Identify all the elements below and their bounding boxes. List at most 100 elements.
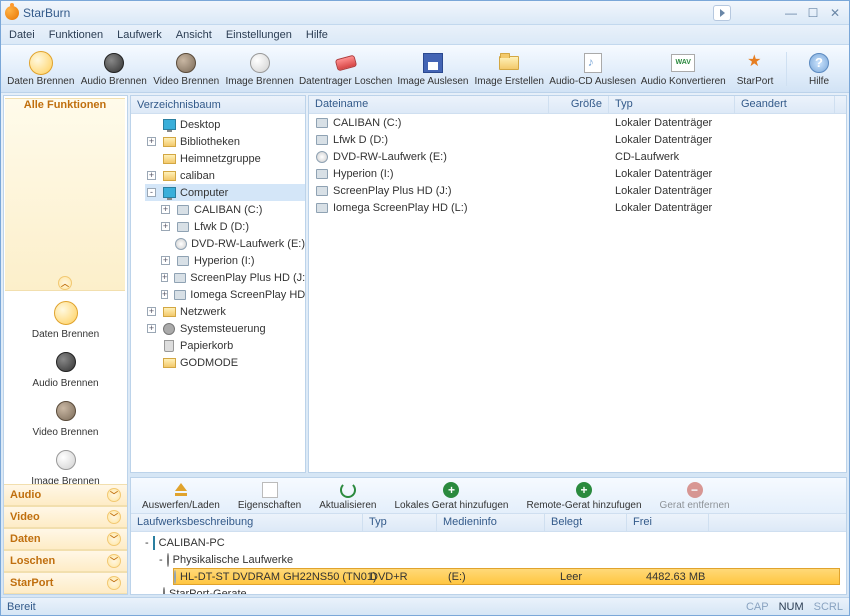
sidebar-head-video[interactable]: Video xyxy=(4,506,127,528)
sidebar-head-loschen[interactable]: Loschen xyxy=(4,550,127,572)
toolbar-starport[interactable]: StarPort xyxy=(729,48,781,90)
drives-col-medieninfo[interactable]: Medieninfo xyxy=(437,514,545,531)
tree-toggle[interactable]: - xyxy=(147,188,156,197)
directory-tree[interactable]: Desktop+BibliothekenHeimnetzgruppe+calib… xyxy=(131,114,305,472)
tree-toggle[interactable]: + xyxy=(161,273,168,282)
list-row[interactable]: Iomega ScreenPlay HD (L:)Lokaler Datentr… xyxy=(309,199,846,216)
sidebar-head-audio[interactable]: Audio xyxy=(4,484,127,506)
tree-toggle[interactable]: + xyxy=(161,290,168,299)
toolbar-audio-konvertieren[interactable]: WAVAudio Konvertieren xyxy=(639,48,727,90)
tree-node[interactable]: +caliban xyxy=(145,167,305,184)
disc-lg-icon xyxy=(52,299,80,327)
tree-toggle[interactable]: + xyxy=(161,222,170,231)
disc-mv-icon xyxy=(174,51,198,75)
tree-node[interactable]: Desktop xyxy=(145,116,305,133)
tree-node[interactable]: +ScreenPlay Plus HD (J:) xyxy=(159,269,305,286)
sidebar-item-video-brennen[interactable]: Video Brennen xyxy=(4,391,127,440)
titlebar[interactable]: StarBurn — ☐ ✕ xyxy=(1,1,849,25)
menu-funktionen[interactable]: Funktionen xyxy=(49,29,103,41)
starport-icon xyxy=(743,51,767,75)
tree-node[interactable]: +Lfwk D (D:) xyxy=(159,218,305,235)
maximize-button[interactable]: ☐ xyxy=(803,6,823,20)
toolbar-hilfe[interactable]: ?Hilfe xyxy=(793,48,845,90)
scrl-indicator: SCRL xyxy=(814,601,843,613)
drive-group[interactable]: -Physikalische Laufwerke xyxy=(159,551,846,568)
list-col-typ[interactable]: Typ xyxy=(609,96,735,113)
list-row[interactable]: ScreenPlay Plus HD (J:)Lokaler Datenträg… xyxy=(309,182,846,199)
tree-node[interactable]: -Computer xyxy=(145,184,305,201)
drive-group[interactable]: StarPort-Gerate xyxy=(159,585,846,594)
sidebar-head-daten[interactable]: Daten xyxy=(4,528,127,550)
sidebar-head-alle-funktionen[interactable]: Alle Funktionen xyxy=(5,98,125,291)
sidebar-item-image-brennen[interactable]: Image Brennen xyxy=(4,440,127,484)
cap-indicator: CAP xyxy=(746,601,769,613)
tree-toggle[interactable]: + xyxy=(147,324,156,333)
sidebar-body[interactable]: Daten BrennenAudio BrennenVideo BrennenI… xyxy=(4,293,127,484)
titlebar-play-button[interactable] xyxy=(713,5,731,21)
wav-icon: WAV xyxy=(671,51,695,75)
drives-col-laufwerksbeschreibung[interactable]: Laufwerksbeschreibung xyxy=(131,514,363,531)
close-button[interactable]: ✕ xyxy=(825,6,845,20)
drives-toolbar-eigenschaften[interactable]: Eigenschaften xyxy=(231,478,308,514)
list-row[interactable]: Hyperion (I:)Lokaler Datenträger xyxy=(309,165,846,182)
menu-ansicht[interactable]: Ansicht xyxy=(176,29,212,41)
tree-node[interactable]: Papierkorb xyxy=(145,337,305,354)
tree-toggle[interactable]: + xyxy=(147,307,156,316)
sidebar-item-daten-brennen[interactable]: Daten Brennen xyxy=(4,293,127,342)
tree-node[interactable]: +Hyperion (I:) xyxy=(159,252,305,269)
tree-node[interactable]: +Bibliotheken xyxy=(145,133,305,150)
tree-toggle[interactable]: + xyxy=(161,205,170,214)
chevron-down-icon xyxy=(107,532,121,546)
tree-node[interactable]: + Systemsteuerung xyxy=(145,320,305,337)
tree-node[interactable]: DVD-RW-Laufwerk (E:) xyxy=(159,235,305,252)
drives-toolbar-auswerfen-laden[interactable]: Auswerfen/Laden xyxy=(135,478,227,514)
tree-node[interactable]: +Netzwerk xyxy=(145,303,305,320)
drives-col-frei[interactable]: Frei xyxy=(627,514,709,531)
menu-einstellungen[interactable]: Einstellungen xyxy=(226,29,292,41)
toolbar-image-auslesen[interactable]: Image Auslesen xyxy=(395,48,470,90)
list-col-geandert[interactable]: Geandert xyxy=(735,96,835,113)
toolbar-daten-brennen[interactable]: Daten Brennen xyxy=(5,48,77,90)
list-row[interactable]: DVD-RW-Laufwerk (E:)CD-Laufwerk xyxy=(309,148,846,165)
sidebar-item-audio-brennen[interactable]: Audio Brennen xyxy=(4,342,127,391)
tree-toggle[interactable]: + xyxy=(147,171,156,180)
tree-node[interactable]: GODMODE xyxy=(145,354,305,371)
drives-tree[interactable]: -CALIBAN-PC-Physikalische LaufwerkeHL-DT… xyxy=(131,532,846,594)
list-row[interactable]: CALIBAN (C:)Lokaler Datenträger xyxy=(309,114,846,131)
drives-toolbar-lokales-gerat-hinzufugen[interactable]: +Lokales Gerat hinzufugen xyxy=(388,478,516,514)
drives-col-belegt[interactable]: Belegt xyxy=(545,514,627,531)
sidebar-head-starport[interactable]: StarPort xyxy=(4,572,127,594)
drives-toolbar-remote-gerat-hinzufugen[interactable]: +Remote-Gerat hinzufugen xyxy=(519,478,648,514)
eraser-icon xyxy=(334,51,358,75)
toolbar-audio-brennen[interactable]: Audio Brennen xyxy=(79,48,150,90)
app-title: StarBurn xyxy=(23,6,70,20)
tree-toggle[interactable]: + xyxy=(161,256,170,265)
driveico-icon xyxy=(176,220,190,234)
toolbar-image-brennen[interactable]: Image Brennen xyxy=(223,48,296,90)
list-col-dateiname[interactable]: Dateiname xyxy=(309,96,549,113)
menu-hilfe[interactable]: Hilfe xyxy=(306,29,328,41)
drive-root[interactable]: -CALIBAN-PC xyxy=(145,534,846,551)
file-list-body[interactable]: CALIBAN (C:)Lokaler DatenträgerLfwk D (D… xyxy=(309,114,846,472)
drives-header[interactable]: LaufwerksbeschreibungTypMedieninfoBelegt… xyxy=(131,514,846,532)
tree-toggle[interactable]: + xyxy=(147,137,156,146)
tree-toggle xyxy=(147,358,156,367)
minimize-button[interactable]: — xyxy=(781,6,801,20)
toolbar-audio-cd-auslesen[interactable]: Audio-CD Auslesen xyxy=(548,48,637,90)
file-list-header[interactable]: DateinameGrößeTypGeandert xyxy=(309,96,846,114)
drive-entry[interactable]: HL-DT-ST DVDRAM GH22NS50 (TN01)DVD+R(E:)… xyxy=(173,568,840,585)
toolbar-datentrager-loschen[interactable]: Datentrager Loschen xyxy=(298,48,393,90)
drive-icon xyxy=(315,133,329,147)
tree-node[interactable]: +Iomega ScreenPlay HD (L:) xyxy=(159,286,305,303)
menu-datei[interactable]: Datei xyxy=(9,29,35,41)
toolbar-video-brennen[interactable]: Video Brennen xyxy=(151,48,221,90)
tree-label: Systemsteuerung xyxy=(180,323,266,335)
menu-laufwerk[interactable]: Laufwerk xyxy=(117,29,162,41)
drives-col-typ[interactable]: Typ xyxy=(363,514,437,531)
toolbar-image-erstellen[interactable]: Image Erstellen xyxy=(472,48,546,90)
tree-node[interactable]: Heimnetzgruppe xyxy=(145,150,305,167)
list-row[interactable]: Lfwk D (D:)Lokaler Datenträger xyxy=(309,131,846,148)
drives-toolbar-aktualisieren[interactable]: Aktualisieren xyxy=(312,478,383,514)
list-col-größe[interactable]: Größe xyxy=(549,96,609,113)
tree-node[interactable]: +CALIBAN (C:) xyxy=(159,201,305,218)
